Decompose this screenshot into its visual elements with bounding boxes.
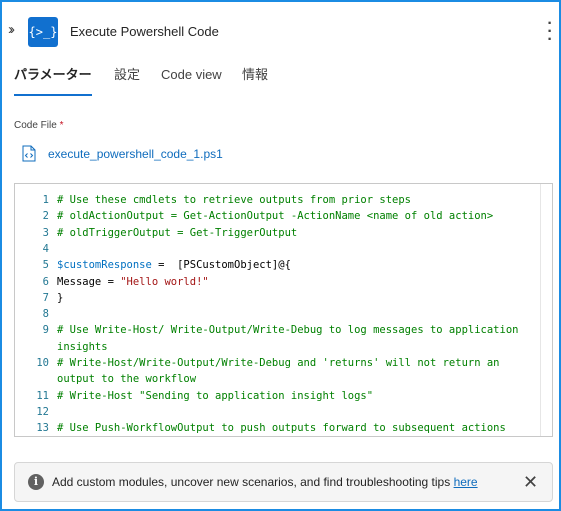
line-number: 14 bbox=[15, 437, 49, 438]
line-number: 10 bbox=[36, 357, 49, 369]
info-banner: i Add custom modules, uncover new scenar… bbox=[14, 462, 553, 502]
code-token: # oldTriggerOutput = Get-TriggerOutput bbox=[57, 226, 298, 239]
code-token: # Use Push-WorkflowOutput to push output… bbox=[57, 422, 506, 435]
code-token: Message = bbox=[57, 275, 121, 288]
panel-header: ›› {>_} Execute Powershell Code · · · bbox=[2, 14, 559, 50]
code-line[interactable]: 11 # Write-Host "Sending to application i… bbox=[15, 388, 542, 404]
code-text[interactable]: $customResponse = [PSCustomObject]@{ bbox=[57, 257, 541, 273]
code-text[interactable]: # oldActionOutput = Get-ActionOutput -Ac… bbox=[57, 208, 541, 224]
tab-parameters[interactable]: パラメーター bbox=[14, 64, 92, 86]
line-number: 13 bbox=[36, 422, 49, 435]
code-text[interactable]: # Write-Host "Sending to application ins… bbox=[57, 388, 541, 404]
banner-here-link[interactable]: here bbox=[454, 475, 478, 489]
panel-frame: ›› {>_} Execute Powershell Code · · · パラメー… bbox=[0, 0, 561, 511]
code-file-label-text: Code File bbox=[14, 120, 57, 131]
code-line[interactable]: 8 bbox=[15, 306, 542, 322]
code-text[interactable]: # Use these cmdlets to retrieve outputs … bbox=[57, 192, 541, 208]
line-number: 5 bbox=[42, 259, 49, 272]
line-number: 11 bbox=[36, 389, 49, 402]
active-tab-indicator bbox=[14, 94, 92, 96]
code-line[interactable]: 9 # Use Write-Host/ Write-Output/Write-De… bbox=[15, 322, 542, 355]
code-token: # Write-Host/Write-Output/Write-Debug an… bbox=[57, 357, 506, 386]
code-text[interactable]: } bbox=[57, 290, 541, 306]
banner-message: Add custom modules, uncover new scenario… bbox=[52, 475, 478, 489]
code-text[interactable]: # Use Write-Host/ Write-Output/Write-Deb… bbox=[57, 322, 541, 355]
code-token: # Use these cmdlets to retrieve outputs … bbox=[57, 194, 412, 206]
line-number: 1 bbox=[42, 194, 49, 206]
editor-scrollbar[interactable] bbox=[540, 184, 552, 436]
code-text[interactable]: Message = "Hello world!" bbox=[57, 274, 541, 290]
code-token: "Hello world!" bbox=[120, 275, 209, 288]
code-line[interactable]: 3 # oldTriggerOutput = Get-TriggerOutput bbox=[15, 225, 542, 241]
required-marker: * bbox=[59, 120, 64, 131]
panel-title: Execute Powershell Code bbox=[70, 24, 219, 39]
code-token: # Write-Host "Sending to application ins… bbox=[57, 389, 374, 402]
code-token: } bbox=[57, 291, 64, 304]
more-vertical-icon[interactable]: · · · bbox=[545, 16, 555, 48]
code-editor[interactable]: 1 # Use these cmdlets to retrieve outputs… bbox=[14, 183, 553, 437]
code-text[interactable]: # Write-Host/Write-Output/Write-Debug an… bbox=[57, 355, 541, 388]
line-number: 6 bbox=[42, 275, 49, 288]
chevron-double-right-icon[interactable]: ›› bbox=[8, 22, 15, 38]
code-line[interactable]: 13 # Use Push-WorkflowOutput to push outp… bbox=[15, 420, 542, 436]
code-file-name[interactable]: execute_powershell_code_1.ps1 bbox=[48, 147, 223, 161]
code-line[interactable]: 6 Message = "Hello world!" bbox=[15, 274, 542, 290]
code-token: # Use Write-Host/ Write-Output/Write-Deb… bbox=[57, 324, 525, 353]
line-number: 12 bbox=[36, 405, 49, 418]
code-text[interactable]: # oldTriggerOutput = Get-TriggerOutput bbox=[57, 225, 541, 241]
code-editor-lines[interactable]: 1 # Use these cmdlets to retrieve outputs… bbox=[15, 184, 542, 438]
code-text[interactable]: # Use Push-WorkflowOutput to push output… bbox=[57, 420, 541, 436]
code-file-label: Code File * bbox=[14, 120, 64, 132]
code-line[interactable]: 1 # Use these cmdlets to retrieve outputs… bbox=[15, 192, 542, 208]
line-number: 3 bbox=[42, 226, 49, 239]
line-number: 8 bbox=[42, 308, 49, 321]
code-line[interactable]: 14 Push-WorkflowOutput -Output $customRes… bbox=[15, 437, 542, 438]
tab-code-view[interactable]: Code view bbox=[161, 64, 222, 86]
line-number: 4 bbox=[42, 242, 49, 255]
code-line[interactable]: 4 bbox=[15, 241, 542, 257]
code-token: # oldActionOutput = Get-ActionOutput -Ac… bbox=[57, 210, 494, 223]
code-text[interactable]: Push-WorkflowOutput -Output $customRespo… bbox=[57, 437, 541, 438]
code-line[interactable]: 7} bbox=[15, 290, 542, 306]
info-icon: i bbox=[28, 474, 44, 490]
code-token: = [PSCustomObject]@{ bbox=[151, 259, 291, 272]
code-line[interactable]: 10 # Write-Host/Write-Output/Write-Debug … bbox=[15, 355, 542, 388]
line-number: 7 bbox=[42, 291, 49, 304]
line-number: 2 bbox=[42, 210, 49, 223]
banner-text: Add custom modules, uncover new scenario… bbox=[52, 475, 454, 489]
code-line[interactable]: 2 # oldActionOutput = Get-ActionOutput -A… bbox=[15, 208, 542, 224]
tab-about[interactable]: 情報 bbox=[242, 64, 268, 86]
code-line[interactable]: 5 $customResponse = [PSCustomObject]@{ bbox=[15, 257, 542, 273]
tab-settings[interactable]: 設定 bbox=[114, 64, 140, 86]
code-file-icon bbox=[22, 145, 36, 162]
close-icon[interactable]: ✕ bbox=[523, 472, 538, 492]
line-number: 9 bbox=[42, 324, 49, 337]
code-token: $customResponse bbox=[57, 259, 152, 272]
powershell-app-icon: {>_} bbox=[28, 17, 58, 47]
code-line[interactable]: 12 bbox=[15, 404, 542, 420]
